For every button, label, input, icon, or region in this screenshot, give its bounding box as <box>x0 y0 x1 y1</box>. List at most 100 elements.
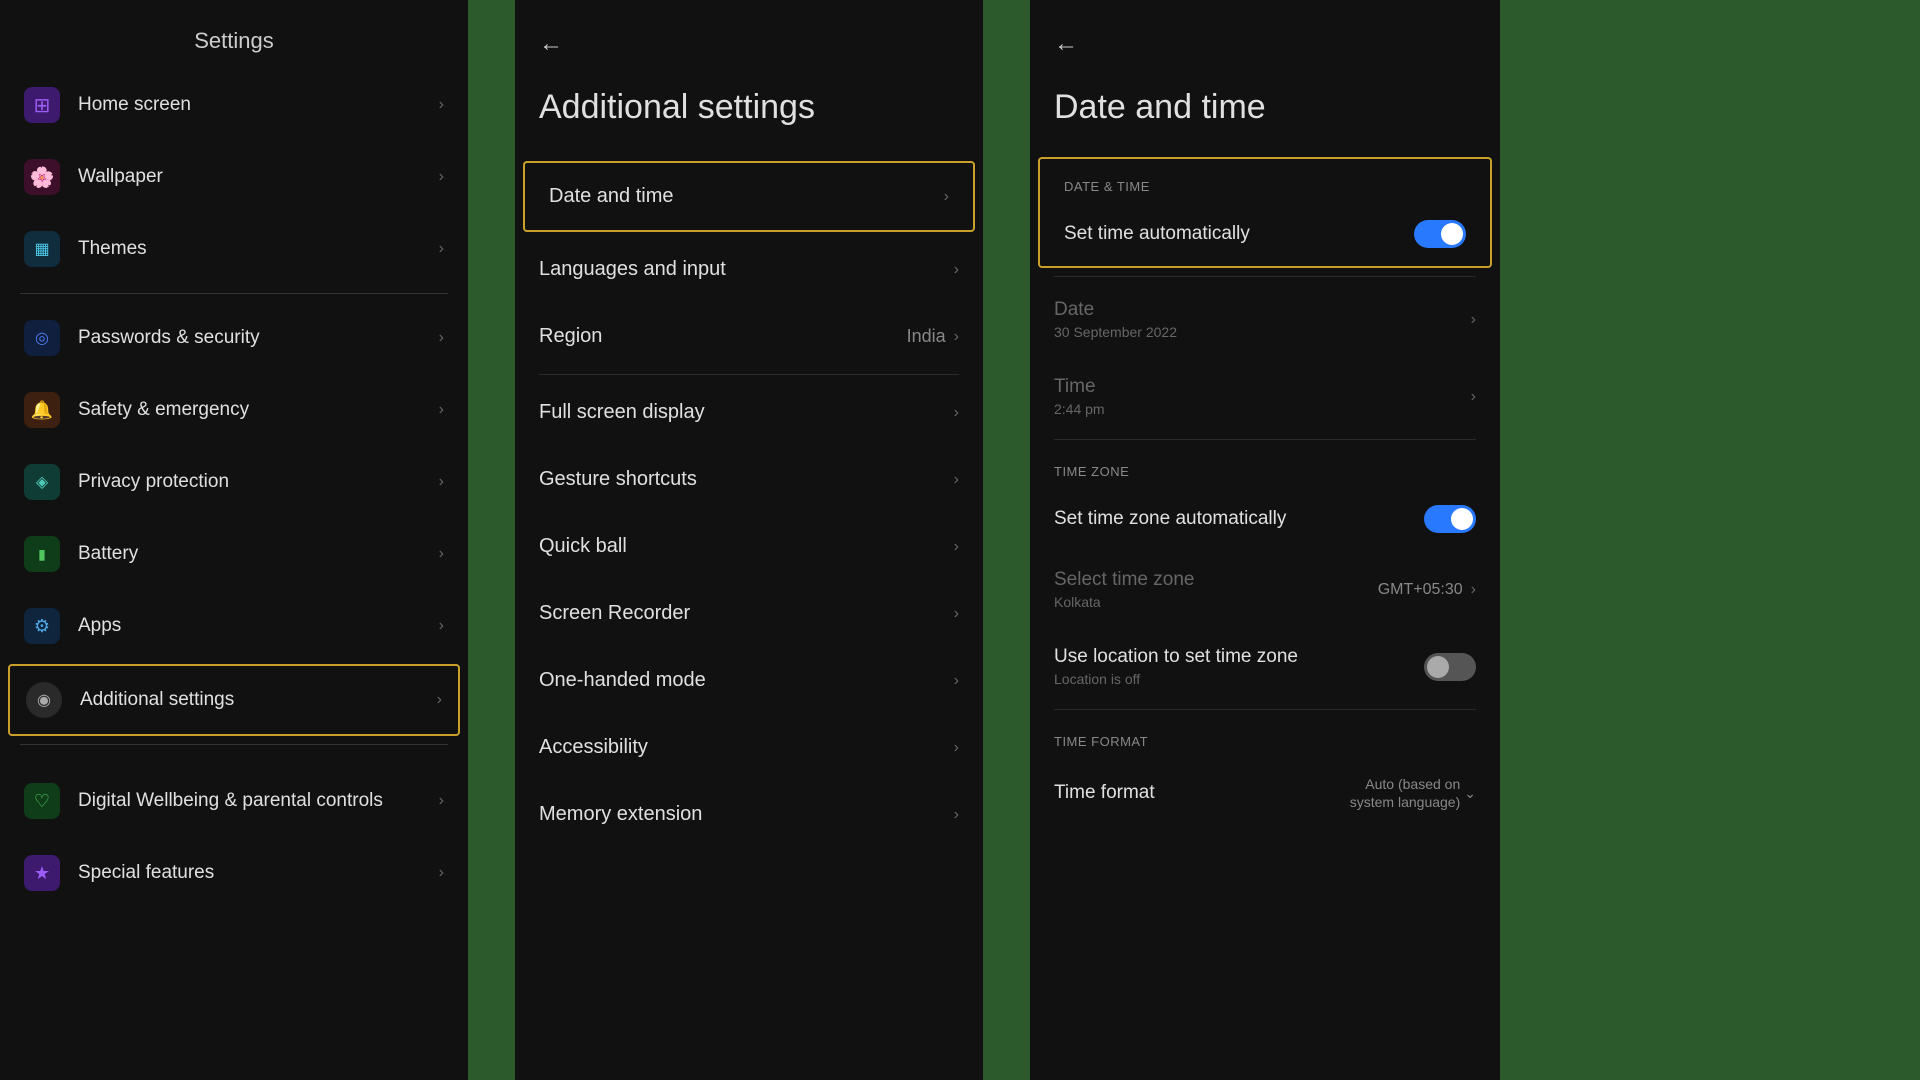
additional-settings-icon: ◉ <box>26 682 62 718</box>
menu-item-label: Languages and input <box>539 258 954 281</box>
timezone-value: GMT+05:30 <box>1378 581 1463 599</box>
chevron-right-icon: › <box>439 792 444 810</box>
sidebar-item-label: Privacy protection <box>78 471 439 493</box>
menu-item-accessibility[interactable]: Accessibility › <box>515 714 983 781</box>
sidebar-item-label: Passwords & security <box>78 327 439 349</box>
sidebar-item-themes[interactable]: ▦ Themes › <box>0 213 468 285</box>
chevron-right-icon: › <box>954 404 959 422</box>
menu-item-label: Date and time <box>549 185 944 208</box>
chevron-right-icon: › <box>954 471 959 489</box>
setting-text: Select time zone Kolkata <box>1054 569 1378 610</box>
menu-item-label: Region <box>539 325 907 348</box>
menu-item-label: One-handed mode <box>539 669 954 692</box>
setting-text: Date 30 September 2022 <box>1054 299 1471 340</box>
chevron-right-icon: › <box>439 329 444 347</box>
use-location-toggle[interactable] <box>1424 653 1476 681</box>
chevron-right-icon: › <box>439 617 444 635</box>
menu-item-memory-extension[interactable]: Memory extension › <box>515 781 983 848</box>
sidebar-item-safety-emergency[interactable]: 🔔 Safety & emergency › <box>0 374 468 446</box>
setting-text: Set time zone automatically <box>1054 508 1424 530</box>
set-timezone-auto-label: Set time zone automatically <box>1054 508 1424 530</box>
time-format-value: Auto (based onsystem language) <box>1350 775 1461 811</box>
menu-item-languages-input[interactable]: Languages and input › <box>515 236 983 303</box>
back-button[interactable]: ← <box>539 30 563 58</box>
chevron-right-icon: › <box>439 864 444 882</box>
settings-panel-middle: ← Additional settings Date and time › La… <box>515 0 985 1080</box>
section-label-timeformat: TIME FORMAT <box>1030 714 1500 757</box>
date-time-title: Date and time <box>1030 78 1500 157</box>
sidebar-item-passwords-security[interactable]: ◎ Passwords & security › <box>0 302 468 374</box>
date-time-section: DATE & TIME Set time automatically <box>1038 157 1492 268</box>
time-format-item[interactable]: Time format Auto (based onsystem languag… <box>1030 757 1500 829</box>
menu-item-quick-ball[interactable]: Quick ball › <box>515 513 983 580</box>
sidebar-item-home-screen[interactable]: ⊞ Home screen › <box>0 69 468 141</box>
sidebar-item-digital-wellbeing[interactable]: ♡ Digital Wellbeing & parental controls … <box>0 765 468 837</box>
wallpaper-icon: 🌸 <box>24 159 60 195</box>
wellbeing-icon: ♡ <box>24 783 60 819</box>
back-button-right[interactable]: ← <box>1054 30 1078 58</box>
menu-item-full-screen[interactable]: Full screen display › <box>515 379 983 446</box>
chevron-right-icon: › <box>439 96 444 114</box>
sidebar-item-privacy-protection[interactable]: ◈ Privacy protection › <box>0 446 468 518</box>
date-value: 30 September 2022 <box>1054 324 1471 340</box>
settings-panel-right: ← Date and time DATE & TIME Set time aut… <box>1030 0 1500 1080</box>
chevron-right-icon: › <box>439 401 444 419</box>
right-divider <box>1054 439 1476 440</box>
chevron-right-icon: › <box>439 240 444 258</box>
menu-item-region[interactable]: Region India › <box>515 303 983 370</box>
panel-gap-2 <box>985 0 1030 1080</box>
select-timezone-item[interactable]: Select time zone Kolkata GMT+05:30 › <box>1030 551 1500 628</box>
dropdown-arrow-icon: ⌄ <box>1464 785 1476 802</box>
set-timezone-auto-item[interactable]: Set time zone automatically <box>1030 487 1500 551</box>
passwords-icon: ◎ <box>24 320 60 356</box>
section-label-date-time: DATE & TIME <box>1040 159 1490 202</box>
menu-item-gesture-shortcuts[interactable]: Gesture shortcuts › <box>515 446 983 513</box>
use-location-timezone-item[interactable]: Use location to set time zone Location i… <box>1030 628 1500 705</box>
set-time-auto-toggle[interactable] <box>1414 220 1466 248</box>
use-location-label: Use location to set time zone <box>1054 646 1424 668</box>
sidebar-item-wallpaper[interactable]: 🌸 Wallpaper › <box>0 141 468 213</box>
sidebar-item-additional-settings[interactable]: ◉ Additional settings › <box>8 664 460 736</box>
chevron-right-icon: › <box>954 538 959 556</box>
divider <box>20 293 448 294</box>
sidebar-item-label: Safety & emergency <box>78 399 439 421</box>
special-icon: ★ <box>24 855 60 891</box>
set-time-auto-label: Set time automatically <box>1064 223 1414 245</box>
chevron-right-icon: › <box>954 261 959 279</box>
menu-item-one-handed-mode[interactable]: One-handed mode › <box>515 647 983 714</box>
setting-text: Use location to set time zone Location i… <box>1054 646 1424 687</box>
toggle-knob <box>1441 223 1463 245</box>
menu-item-label: Accessibility <box>539 736 954 759</box>
themes-icon: ▦ <box>24 231 60 267</box>
menu-item-screen-recorder[interactable]: Screen Recorder › <box>515 580 983 647</box>
menu-item-label: Full screen display <box>539 401 954 424</box>
time-item[interactable]: Time 2:44 pm › <box>1030 358 1500 435</box>
section-label-timezone: TIME ZONE <box>1030 444 1500 487</box>
date-item[interactable]: Date 30 September 2022 › <box>1030 281 1500 358</box>
sidebar-item-label: Wallpaper <box>78 166 439 188</box>
sidebar-item-special-features[interactable]: ★ Special features › <box>0 837 468 909</box>
settings-panel-left: Settings ⊞ Home screen › 🌸 Wallpaper › ▦… <box>0 0 470 1080</box>
setting-text: Time format <box>1054 782 1350 804</box>
menu-item-label: Screen Recorder <box>539 602 954 625</box>
time-label: Time <box>1054 376 1471 398</box>
home-screen-icon: ⊞ <box>24 87 60 123</box>
menu-item-date-time[interactable]: Date and time › <box>523 161 975 232</box>
chevron-right-icon: › <box>439 473 444 491</box>
panel-header-right: ← <box>1030 0 1500 78</box>
panel-header: ← <box>515 0 983 78</box>
chevron-right-icon: › <box>954 605 959 623</box>
sidebar-item-label: Additional settings <box>80 689 437 711</box>
set-time-auto-item[interactable]: Set time automatically <box>1040 202 1490 266</box>
sidebar-item-label: Special features <box>78 862 439 884</box>
right-divider <box>1054 276 1476 277</box>
sidebar-item-battery[interactable]: ▮ Battery › <box>0 518 468 590</box>
menu-item-label: Gesture shortcuts <box>539 468 954 491</box>
chevron-right-icon: › <box>944 188 949 206</box>
sidebar-item-label: Themes <box>78 238 439 260</box>
set-timezone-auto-toggle[interactable] <box>1424 505 1476 533</box>
menu-divider <box>539 374 959 375</box>
sidebar-item-apps[interactable]: ⚙ Apps › <box>0 590 468 662</box>
right-divider <box>1054 709 1476 710</box>
menu-item-label: Memory extension <box>539 803 954 826</box>
